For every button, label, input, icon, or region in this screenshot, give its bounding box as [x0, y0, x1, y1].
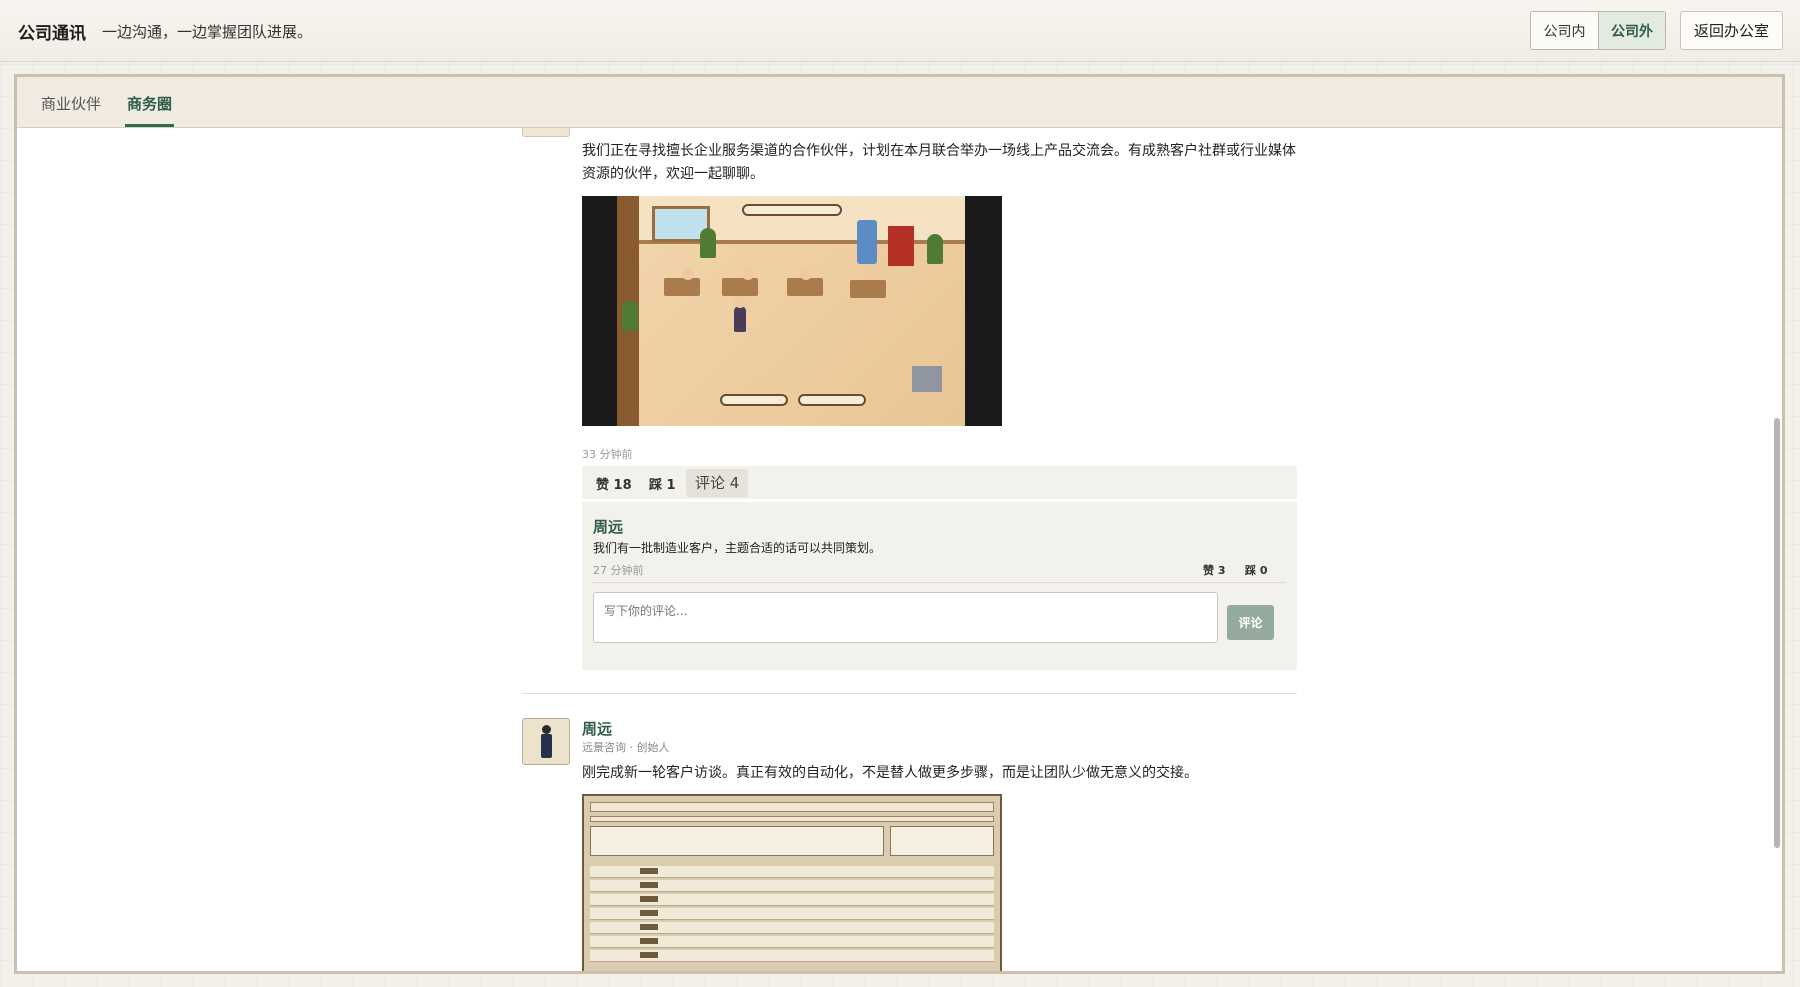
image-plant	[622, 301, 638, 331]
dislike-button[interactable]: 踩 1	[649, 474, 676, 493]
main-panel: 商业伙伴 商务圈 我们正在寻找擅长企业服务渠道的合作伙伴，计划在本月联合举办一场…	[14, 74, 1785, 974]
image-row-tag	[640, 868, 658, 874]
image-row-tag	[640, 896, 658, 902]
post-text: 我们正在寻找擅长企业服务渠道的合作伙伴，计划在本月联合举办一场线上产品交流会。有…	[582, 143, 1296, 182]
image-title-bar	[590, 802, 994, 812]
image-character-head	[800, 268, 812, 280]
app-title: 公司通讯	[18, 24, 86, 44]
comment-input[interactable]	[593, 592, 1218, 643]
image-hud-bar	[720, 394, 788, 406]
post-image[interactable]	[582, 794, 1002, 971]
image-row	[590, 922, 994, 934]
image-vending-machine	[888, 226, 914, 266]
scope-internal-button[interactable]: 公司内	[1531, 12, 1598, 49]
like-button[interactable]: 赞 18	[596, 474, 632, 493]
comment-like-button[interactable]: 赞 3	[1203, 562, 1225, 578]
image-hud-bar	[742, 204, 842, 216]
feed[interactable]: 我们正在寻找擅长企业服务渠道的合作伙伴，计划在本月联合举办一场线上产品交流会。有…	[17, 128, 1782, 971]
top-bar: 公司通讯 一边沟通，一边掌握团队进展。 公司内 公司外 返回办公室	[0, 0, 1800, 62]
image-stat-box	[590, 826, 884, 856]
image-row-tag	[640, 910, 658, 916]
active-tab-indicator	[125, 124, 174, 127]
image-character-head	[734, 296, 746, 308]
image-plant	[700, 228, 716, 258]
image-character-head	[742, 268, 754, 280]
comment-divider	[593, 582, 1286, 583]
image-row	[590, 866, 994, 878]
image-row-tag	[640, 952, 658, 958]
post-time: 33 分钟前	[582, 448, 633, 461]
image-plant	[927, 234, 943, 264]
avatar[interactable]	[522, 718, 570, 765]
comment-dislike-button[interactable]: 踩 0	[1245, 562, 1267, 578]
image-desk	[722, 278, 758, 296]
image-water-cooler	[857, 220, 877, 264]
tab-business-partners[interactable]: 商业伙伴	[41, 93, 101, 114]
image-desk	[787, 278, 823, 296]
post-image[interactable]	[582, 196, 1002, 426]
comment-toggle-button[interactable]: 评论 4	[686, 469, 749, 497]
tab-business-circle[interactable]: 商务圈	[127, 93, 172, 114]
image-row	[590, 908, 994, 920]
comment-submit-button[interactable]: 评论	[1227, 605, 1274, 640]
image-character-head	[864, 268, 876, 280]
comment-text: 我们有一批制造业客户，主题合适的话可以共同策划。	[593, 541, 882, 555]
image-row	[590, 880, 994, 892]
feed-scrollbar[interactable]	[1774, 418, 1780, 848]
back-to-office-button[interactable]: 返回办公室	[1680, 11, 1783, 50]
image-desk	[664, 278, 700, 296]
post-actions: 赞 18 踩 1 评论 4	[582, 466, 1297, 499]
image-row	[590, 894, 994, 906]
avatar-figure-body	[541, 734, 552, 758]
comment-author[interactable]: 周远	[593, 516, 623, 537]
image-hud-bar	[798, 394, 866, 406]
image-copier	[912, 366, 942, 392]
comment-section: 周远 我们有一批制造业客户，主题合适的话可以共同策划。 27 分钟前 赞 3 踩…	[582, 502, 1297, 670]
image-row-tag	[640, 882, 658, 888]
image-character-head	[682, 268, 694, 280]
post-text: 刚完成新一轮客户访谈。真正有效的自动化，不是替人做更多步骤，而是让团队少做无意义…	[582, 765, 1198, 781]
image-row	[590, 936, 994, 948]
image-side-box	[890, 826, 994, 856]
avatar-figure-head	[542, 725, 551, 734]
scope-external-button[interactable]: 公司外	[1598, 12, 1665, 49]
image-row	[590, 950, 994, 962]
image-row-tag	[640, 938, 658, 944]
avatar[interactable]	[522, 128, 570, 137]
post-author-role: 远景咨询 · 创始人	[582, 741, 670, 754]
post-divider	[522, 693, 1297, 694]
image-tab-bar	[590, 816, 994, 822]
comment-time: 27 分钟前	[593, 564, 644, 577]
image-desk	[850, 280, 886, 298]
tab-bar: 商业伙伴 商务圈	[17, 77, 1782, 128]
post-author[interactable]: 周远	[582, 718, 612, 739]
image-row-tag	[640, 924, 658, 930]
image-character	[734, 306, 746, 332]
scope-toggle: 公司内 公司外	[1530, 11, 1666, 50]
app-subtitle: 一边沟通，一边掌握团队进展。	[102, 23, 313, 41]
